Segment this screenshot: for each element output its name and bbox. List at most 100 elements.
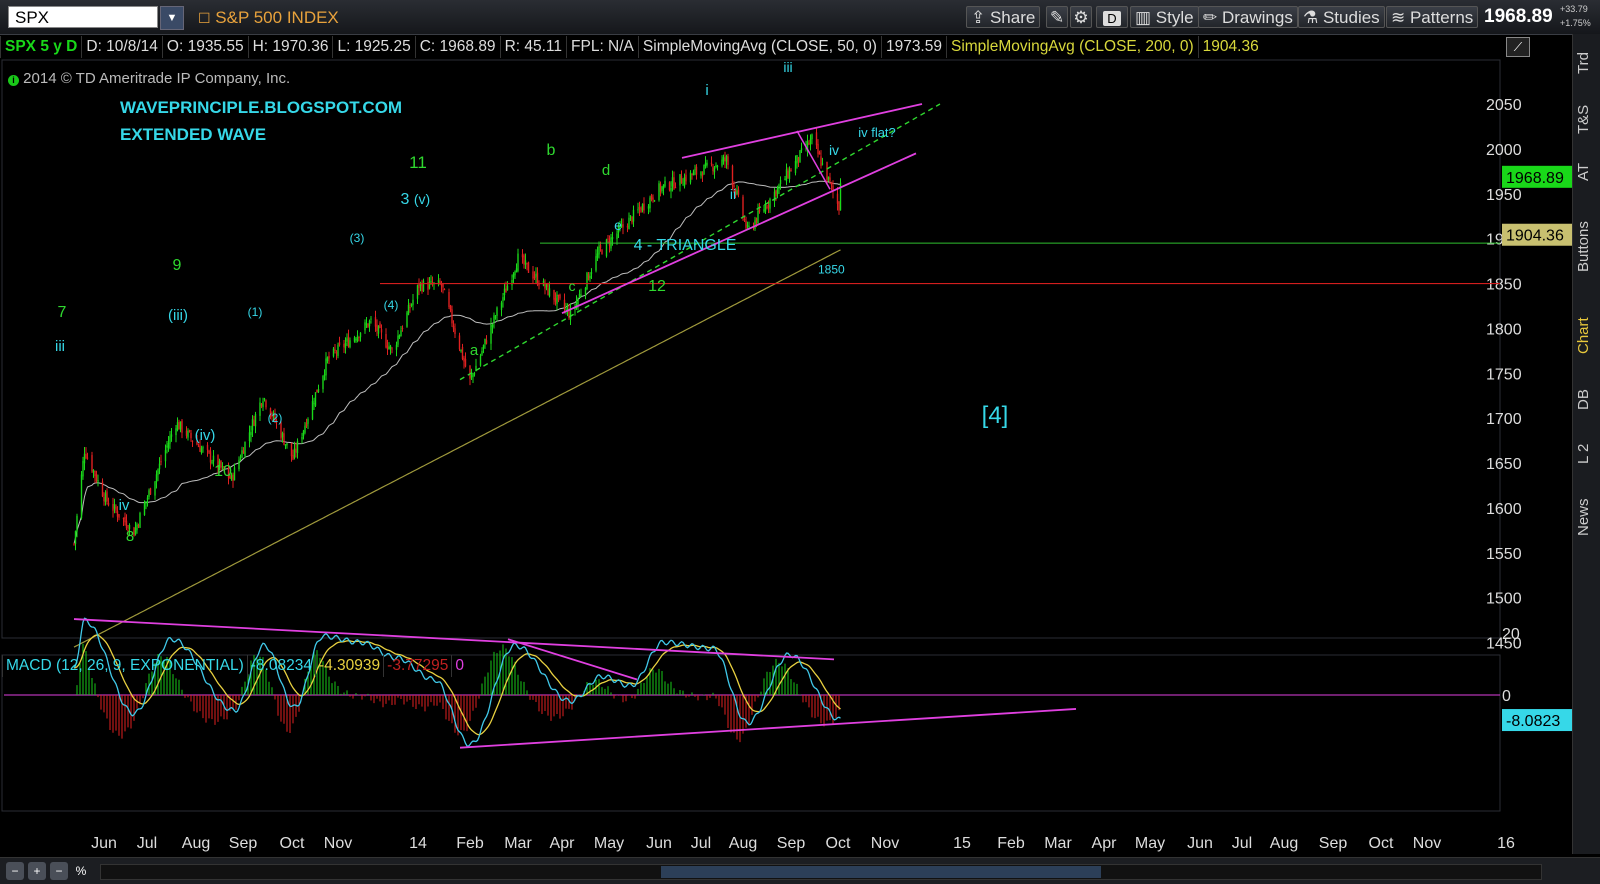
side-tab-l2[interactable]: L 2 (1575, 432, 1599, 476)
candle-body (115, 506, 117, 511)
candle-body (463, 357, 465, 362)
candle-body (695, 166, 698, 175)
candle-body (668, 182, 671, 191)
cursor-tool-icon[interactable]: ⟋ (1506, 37, 1530, 57)
style-icon: ▥ (1135, 8, 1156, 27)
zoom-in-icon[interactable]: + (28, 862, 46, 880)
settings-icon[interactable]: ⚙ (1070, 6, 1092, 28)
price-tick-label: 1500 (1486, 591, 1522, 608)
macd-upper-trendline (73, 618, 835, 661)
candle-body (145, 501, 147, 504)
symbol-input[interactable]: SPX (8, 6, 158, 28)
side-tab-chart[interactable]: Chart (1575, 304, 1599, 368)
candle-body (721, 159, 723, 166)
share-button[interactable]: ⇪ Share (966, 6, 1041, 28)
studies-button[interactable]: ⚗ Studies (1298, 6, 1385, 28)
sma50-label[interactable]: SimpleMovingAvg (CLOSE, 50, 0) (637, 36, 881, 58)
candle-body (556, 294, 558, 304)
candle-body (160, 461, 162, 463)
candle-body (515, 268, 518, 273)
candle-body (242, 450, 245, 454)
percent-toggle[interactable]: % (72, 862, 90, 880)
candle-body (253, 420, 255, 426)
candle-body (124, 516, 126, 523)
candle-body (158, 463, 161, 470)
macd-pane-border (1, 654, 1501, 812)
side-tab-buttons[interactable]: Buttons (1575, 202, 1599, 292)
side-tab-news[interactable]: News (1575, 488, 1599, 546)
time-tick-label: Jul (691, 835, 711, 852)
candle-body (118, 514, 120, 518)
candle-body (658, 183, 660, 201)
wave-label: iii (55, 338, 65, 355)
candle-body (314, 392, 317, 406)
candle-body (143, 503, 146, 516)
symbol-dropdown-button[interactable]: ▼ (160, 6, 184, 30)
price-chart[interactable]: 2050200019501900185018001750170016501600… (0, 58, 1572, 878)
time-axis: Jun Jul Aug Sep Oct Nov 14 Feb Mar Apr May Jun Jul Au… (91, 835, 1515, 852)
candle-body (104, 493, 107, 503)
candle-body (349, 340, 351, 348)
candle-body (796, 155, 798, 164)
wave-label: 4 - TRIANGLE (634, 237, 737, 254)
macd-line (73, 617, 841, 747)
wave-label: iv flat? (858, 125, 896, 140)
candle-body (316, 389, 318, 393)
macd-study-label[interactable]: MACD (12, 26, 9, EXPONENTIAL) (2, 655, 247, 677)
candle-body (481, 350, 483, 355)
candle-body (473, 373, 476, 375)
period-button[interactable]: D (1096, 6, 1128, 28)
candle-body (73, 543, 75, 545)
price-tick-label: 1600 (1486, 501, 1522, 518)
candle-body (746, 225, 749, 227)
side-tab-db[interactable]: DB (1575, 380, 1599, 420)
candle-body (703, 165, 705, 175)
candle-body (437, 279, 440, 284)
candle-body (590, 272, 593, 274)
candle-body (449, 305, 452, 311)
candle-body (788, 169, 791, 180)
candle-body (775, 190, 777, 197)
drawings-button[interactable]: ✏ Drawings (1198, 6, 1298, 28)
sma200-label[interactable]: SimpleMovingAvg (CLOSE, 200, 0) (945, 36, 1198, 58)
sma200-value: 1904.36 (1197, 36, 1263, 58)
scrollbar-thumb[interactable] (661, 866, 1101, 878)
patterns-button[interactable]: ≋ Patterns (1386, 6, 1479, 28)
candle-body (265, 400, 267, 408)
patterns-label: Patterns (1409, 8, 1474, 27)
candle-body (808, 142, 810, 145)
time-tick-label: Sep (777, 835, 806, 852)
candle-body (637, 209, 639, 211)
copyright-text: i 2014 © TD Ameritrade IP Company, Inc. (8, 70, 290, 87)
candle-body (710, 162, 713, 165)
candle-body (779, 179, 782, 185)
side-tab-ts[interactable]: T&S (1575, 96, 1599, 142)
wrench-icon[interactable]: ✎ (1046, 6, 1068, 28)
side-tab-at[interactable]: AT (1575, 154, 1599, 190)
bottom-bar: − + − % (0, 857, 1600, 884)
candle-body (233, 467, 236, 481)
candle-body (578, 293, 581, 298)
zoom-reset-icon[interactable]: − (50, 862, 68, 880)
style-button[interactable]: ▥ Style (1130, 6, 1199, 28)
candle-body (754, 220, 756, 229)
zoom-out-icon[interactable]: − (6, 862, 24, 880)
wave-label: [4] (982, 402, 1009, 429)
chart-symbol-period[interactable]: SPX 5 y D (0, 36, 81, 58)
symbol-description: ☐ S&P 500 INDEX (198, 8, 339, 28)
candle-body (283, 433, 285, 445)
candles (73, 128, 842, 551)
candle-body (400, 330, 402, 337)
candle-body (731, 165, 734, 186)
macd-lower-trendline (459, 708, 1077, 749)
candle-body (428, 281, 431, 289)
time-scrollbar[interactable] (100, 864, 1542, 880)
candle-body (187, 430, 189, 438)
candle-body (443, 289, 446, 291)
candle-body (82, 460, 84, 477)
candle-body (458, 335, 461, 350)
candle-body (176, 422, 179, 431)
candle-body (557, 294, 560, 296)
macd-pane: 20 0 -8.0823 (1, 617, 1572, 812)
side-tab-trd[interactable]: Trd (1575, 42, 1599, 84)
